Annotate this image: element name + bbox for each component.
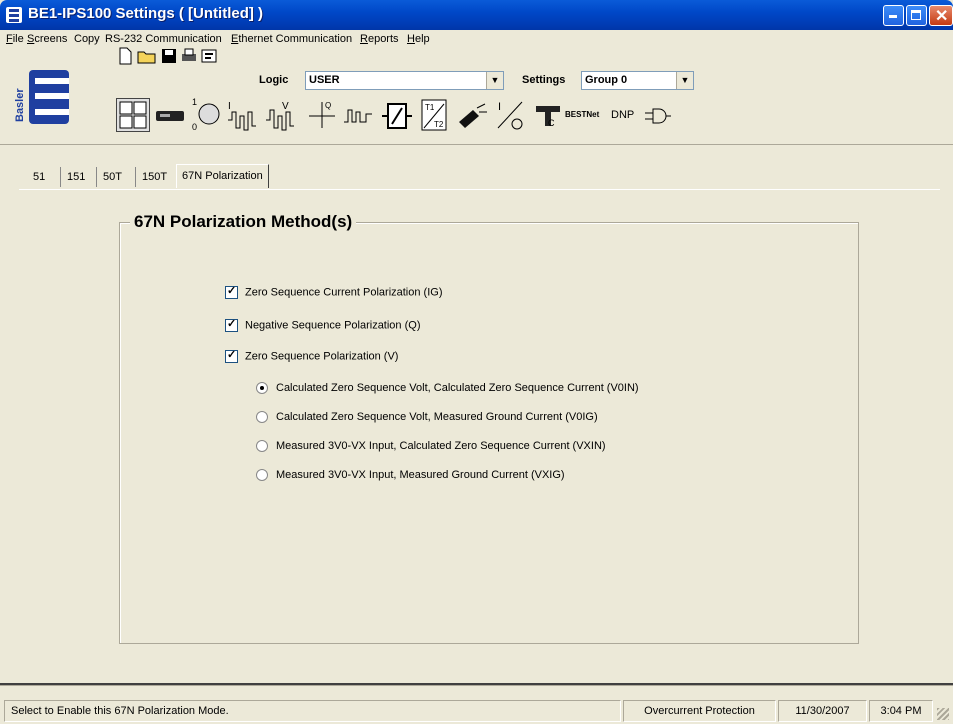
logic-select[interactable]: USER ▼	[305, 71, 504, 90]
menu-copy[interactable]: Copy	[74, 33, 100, 45]
grid-settings-icon[interactable]	[116, 98, 150, 132]
checkbox-negative-seq[interactable]: ✓ Negative Sequence Polarization (Q)	[225, 318, 421, 332]
menu-reports[interactable]: Reports	[360, 33, 399, 45]
logic-value: USER	[309, 74, 340, 86]
close-button[interactable]: ✕	[929, 5, 953, 26]
dnp-button[interactable]: DNP	[611, 109, 639, 127]
maximize-icon	[911, 10, 921, 20]
tab-50t[interactable]: 50T	[103, 167, 136, 187]
svg-text:T2: T2	[434, 120, 444, 129]
minimize-icon	[889, 15, 897, 18]
menu-ethernet[interactable]: Ethernet Communication	[231, 33, 352, 45]
status-mode: Overcurrent Protection	[623, 700, 776, 722]
tab-151[interactable]: 151	[67, 167, 97, 187]
print-icon[interactable]	[180, 47, 198, 65]
status-date: 11/30/2007	[778, 700, 867, 722]
radio-label: Measured 3V0-VX Input, Measured Ground C…	[276, 469, 565, 481]
new-file-icon[interactable]	[116, 47, 134, 65]
radio-button[interactable]	[256, 382, 268, 395]
settings-label: Settings	[522, 74, 566, 86]
menu-rs232[interactable]: RS-232 Communication	[105, 33, 222, 45]
radio-button[interactable]	[256, 411, 268, 424]
svg-text:V: V	[282, 101, 289, 112]
svg-text:C: C	[548, 118, 555, 128]
svg-text:Q: Q	[325, 101, 331, 110]
settings-value: Group 0	[585, 74, 628, 86]
radio-label: Calculated Zero Sequence Volt, Calculate…	[276, 382, 639, 394]
polar-plot-icon[interactable]: Q	[306, 98, 338, 132]
svg-text:I: I	[498, 101, 501, 113]
svg-text:0: 0	[192, 122, 197, 132]
checkmark-icon: ✓	[227, 285, 237, 297]
radio-vxin[interactable]: Measured 3V0-VX Input, Calculated Zero S…	[256, 440, 606, 453]
tab-150t[interactable]: 150T	[142, 167, 167, 187]
radio-label: Calculated Zero Sequence Volt, Measured …	[276, 411, 598, 423]
menu-screens[interactable]: Screens	[27, 33, 67, 45]
logic-block-icon[interactable]	[380, 100, 414, 132]
relay-unit-icon[interactable]	[155, 104, 185, 126]
current-ratio-icon[interactable]: I	[494, 98, 526, 132]
checkmark-icon: ✓	[227, 349, 237, 361]
logic-label: Logic	[259, 74, 289, 86]
app-icon[interactable]	[6, 7, 22, 23]
radio-v0in[interactable]: Calculated Zero Sequence Volt, Calculate…	[256, 382, 639, 395]
checkbox-box[interactable]: ✓	[225, 318, 238, 332]
input-contact-icon[interactable]: 10	[190, 96, 222, 132]
breaker-icon[interactable]	[455, 100, 489, 130]
checkbox-label: Zero Sequence Current Polarization (IG)	[245, 286, 443, 299]
status-bar: Select to Enable this 67N Polarization M…	[0, 685, 953, 724]
status-message: Select to Enable this 67N Polarization M…	[4, 700, 621, 722]
svg-text:I: I	[228, 101, 231, 112]
resize-grip-icon[interactable]	[937, 708, 949, 720]
window-title: BE1-IPS100 Settings ( [Untitled] )	[28, 5, 264, 22]
svg-text:1: 1	[192, 97, 197, 107]
checkbox-box[interactable]: ✓	[225, 285, 238, 299]
svg-text:T1: T1	[425, 103, 435, 112]
save-icon[interactable]	[160, 47, 178, 65]
checkbox-zero-seq-voltage[interactable]: ✓ Zero Sequence Polarization (V)	[225, 349, 399, 363]
chevron-down-icon[interactable]: ▼	[486, 72, 503, 89]
settings-group-select[interactable]: Group 0 ▼	[581, 71, 694, 90]
tab-51[interactable]: 51	[33, 167, 61, 187]
maximize-button[interactable]	[906, 5, 927, 26]
waveform-icon[interactable]	[342, 102, 376, 130]
checkmark-icon: ✓	[227, 318, 237, 330]
tab-67n-polarization[interactable]: 67N Polarization	[176, 164, 269, 188]
toolbar: Basler Logic USER ▼ Settings Group 0 ▼ 1…	[0, 47, 953, 145]
bestnet-button[interactable]: BESTNet	[565, 110, 607, 128]
timer-block-icon[interactable]: T1 T2	[418, 98, 450, 132]
close-icon: ✕	[935, 8, 949, 25]
radio-vxig[interactable]: Measured 3V0-VX Input, Measured Ground C…	[256, 469, 565, 482]
basler-logo: Basler	[14, 70, 69, 124]
title-bar[interactable]: BE1-IPS100 Settings ( [Untitled] ) ✕	[0, 0, 953, 30]
checkbox-zero-seq-current[interactable]: ✓ Zero Sequence Current Polarization (IG)	[225, 285, 443, 299]
checkbox-label: Zero Sequence Polarization (V)	[245, 350, 399, 363]
open-folder-icon[interactable]	[137, 47, 157, 65]
tab-panel-border	[19, 189, 940, 190]
current-meter-icon[interactable]: I	[226, 98, 260, 132]
radio-dot-icon	[260, 386, 264, 391]
app-window: BE1-IPS100 Settings ( [Untitled] ) ✕ Fil…	[0, 0, 953, 724]
radio-v0ig[interactable]: Calculated Zero Sequence Volt, Measured …	[256, 411, 598, 424]
chevron-down-icon[interactable]: ▼	[676, 72, 693, 89]
menu-file[interactable]: File	[6, 33, 24, 45]
status-time: 3:04 PM	[869, 700, 933, 722]
menu-help[interactable]: Help	[407, 33, 430, 45]
checkbox-label: Negative Sequence Polarization (Q)	[245, 319, 421, 332]
radio-button[interactable]	[256, 440, 268, 453]
radio-label: Measured 3V0-VX Input, Calculated Zero S…	[276, 440, 606, 452]
group-title: 67N Polarization Method(s)	[130, 212, 357, 232]
and-gate-icon[interactable]	[643, 104, 673, 128]
radio-button[interactable]	[256, 469, 268, 482]
transformer-icon[interactable]: C	[532, 102, 564, 130]
minimize-button[interactable]	[883, 5, 904, 26]
checkbox-box[interactable]: ✓	[225, 349, 238, 363]
svg-text:Basler: Basler	[14, 88, 26, 122]
properties-icon[interactable]	[200, 47, 220, 65]
voltage-meter-icon[interactable]: V	[264, 98, 298, 132]
